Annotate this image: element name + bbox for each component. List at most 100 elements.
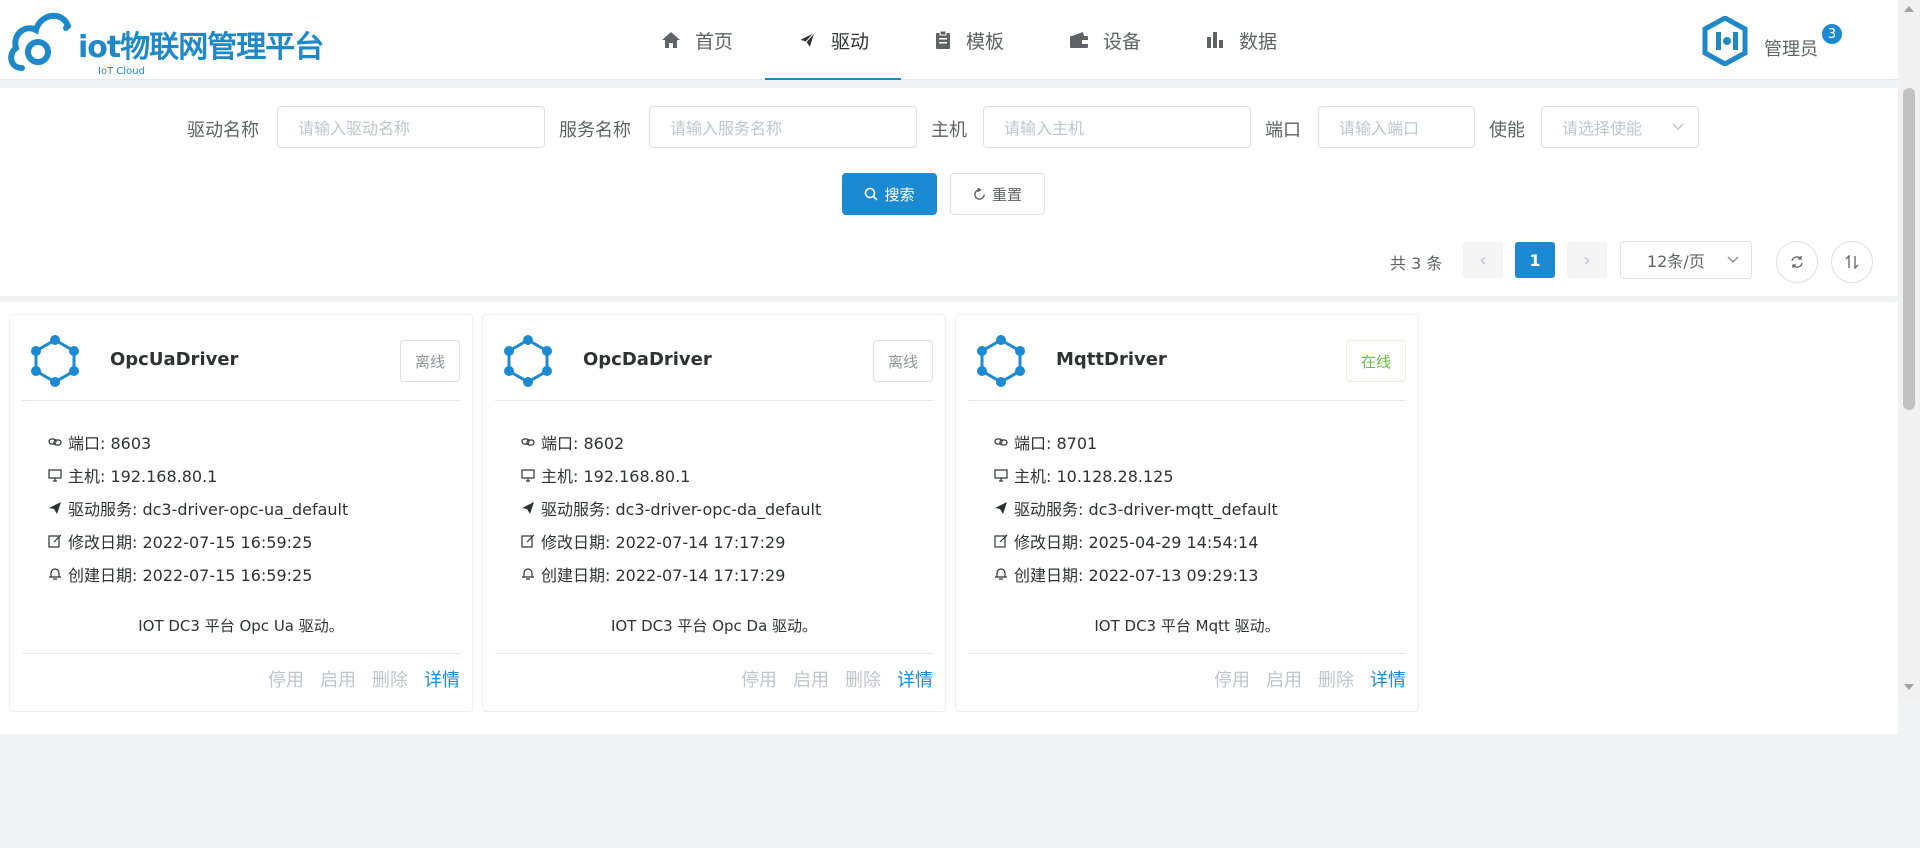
detail-button[interactable]: 详情 xyxy=(1370,666,1406,692)
info-service: 驱动服务: dc3-driver-opc-da_default xyxy=(521,491,821,524)
port-text: 端口: 8602 xyxy=(541,433,625,453)
scroll-up-arrow-icon[interactable] xyxy=(1904,6,1914,12)
enable-button[interactable]: 启用 xyxy=(1266,666,1302,692)
host-label: 主机 xyxy=(931,120,967,141)
page-1-button[interactable]: 1 xyxy=(1515,242,1555,278)
search-panel: 驱动名称 请输入驱动名称 服务名称 请输入服务名称 主机 请输入主机 端口 请输… xyxy=(0,88,1898,296)
nav-item-label: 设备 xyxy=(1102,30,1141,53)
driver-hexagon-icon xyxy=(504,335,552,387)
card-info: 端口: 8602 主机: 192.168.80.1 驱动服务: dc3-driv… xyxy=(521,425,821,590)
nav-item-label: 首页 xyxy=(694,30,733,53)
port-label: 端口 xyxy=(1265,120,1301,141)
send-icon xyxy=(797,31,816,50)
updated-text: 修改日期: 2025-04-29 14:54:14 xyxy=(1014,532,1259,552)
port-text: 端口: 8603 xyxy=(68,433,152,453)
edit-icon xyxy=(48,534,62,548)
chevron-down-icon xyxy=(1727,256,1739,264)
scrollbar-thumb[interactable] xyxy=(1903,88,1915,410)
info-created: 创建日期: 2022-07-13 09:29:13 xyxy=(994,557,1278,590)
page-size-select[interactable]: 12条/页 xyxy=(1620,241,1752,279)
driver-card[interactable]: MqttDriver 在线 端口: 8701 主机: 10.128.28.125… xyxy=(955,314,1419,712)
edit-icon xyxy=(521,534,535,548)
info-host: 主机: 192.168.80.1 xyxy=(521,458,821,491)
brand-title: iot物联网管理平台 xyxy=(78,30,324,65)
info-updated: 修改日期: 2022-07-15 16:59:25 xyxy=(48,524,348,557)
card-header: MqttDriver 在线 xyxy=(968,315,1406,401)
created-text: 创建日期: 2022-07-13 09:29:13 xyxy=(1014,565,1259,585)
detail-button[interactable]: 详情 xyxy=(424,666,460,692)
disable-button[interactable]: 停用 xyxy=(741,666,777,692)
refresh-icon xyxy=(974,187,985,200)
card-header: OpcDaDriver 离线 xyxy=(495,315,933,401)
card-info: 端口: 8603 主机: 192.168.80.1 驱动服务: dc3-driv… xyxy=(48,425,348,590)
sort-button[interactable] xyxy=(1831,241,1873,283)
driver-hexagon-icon xyxy=(977,335,1025,387)
send-icon xyxy=(522,501,534,514)
reset-button-label: 重置 xyxy=(991,185,1022,204)
brand-subtitle: IoT Cloud xyxy=(98,66,145,77)
link-icon xyxy=(48,437,62,446)
driver-card[interactable]: OpcUaDriver 离线 端口: 8603 主机: 192.168.80.1… xyxy=(9,314,473,712)
info-port: 端口: 8701 xyxy=(994,425,1278,458)
service-name-label: 服务名称 xyxy=(559,120,631,141)
user-menu[interactable]: 管理员 3 xyxy=(1700,16,1844,66)
host-text: 主机: 192.168.80.1 xyxy=(541,466,691,486)
search-button[interactable]: 搜索 xyxy=(842,173,937,215)
refresh-icon xyxy=(1791,256,1803,268)
created-text: 创建日期: 2022-07-14 17:17:29 xyxy=(541,565,786,585)
enable-button[interactable]: 启用 xyxy=(793,666,829,692)
card-description: IOT DC3 平台 Opc Da 驱动。 xyxy=(610,617,818,635)
delete-button[interactable]: 删除 xyxy=(1318,666,1354,692)
enable-label: 使能 xyxy=(1489,120,1525,141)
user-avatar-icon xyxy=(1702,16,1748,66)
monitor-icon xyxy=(521,468,535,482)
edit-icon xyxy=(994,534,1008,548)
search-button-label: 搜索 xyxy=(884,185,915,204)
host-input[interactable]: 请输入主机 xyxy=(983,106,1251,148)
card-title: MqttDriver xyxy=(1056,349,1167,370)
send-icon xyxy=(995,501,1007,514)
service-text: 驱动服务: dc3-driver-opc-ua_default xyxy=(68,499,349,519)
driver-card-list: OpcUaDriver 离线 端口: 8603 主机: 192.168.80.1… xyxy=(0,302,1898,734)
card-actions: 停用 启用 删除 详情 xyxy=(268,666,460,692)
search-icon xyxy=(865,187,879,201)
enable-select[interactable]: 请选择使能 xyxy=(1541,106,1699,148)
bar-chart-icon xyxy=(1206,32,1223,48)
driver-name-label: 驱动名称 xyxy=(187,120,259,141)
top-header: iot物联网管理平台 IoT Cloud 首页 驱动 模板 设备 数据 管理员 … xyxy=(0,0,1898,80)
delete-button[interactable]: 删除 xyxy=(845,666,881,692)
link-icon xyxy=(994,437,1008,446)
service-text: 驱动服务: dc3-driver-mqtt_default xyxy=(1014,499,1278,519)
scroll-down-arrow-icon[interactable] xyxy=(1904,684,1914,690)
send-icon xyxy=(49,501,61,514)
bell-icon xyxy=(49,567,61,580)
driver-card[interactable]: OpcDaDriver 离线 端口: 8602 主机: 192.168.80.1… xyxy=(482,314,946,712)
service-name-input[interactable]: 请输入服务名称 xyxy=(649,106,917,148)
port-input[interactable]: 请输入端口 xyxy=(1318,106,1475,148)
info-updated: 修改日期: 2022-07-14 17:17:29 xyxy=(521,524,821,557)
card-footer: 停用 启用 删除 详情 xyxy=(968,653,1406,703)
enable-button[interactable]: 启用 xyxy=(320,666,356,692)
next-page-button[interactable]: › xyxy=(1567,242,1607,278)
disable-button[interactable]: 停用 xyxy=(268,666,304,692)
brand-logo[interactable]: iot物联网管理平台 IoT Cloud xyxy=(8,2,324,78)
driver-hexagon-icon xyxy=(31,335,79,387)
reset-button[interactable]: 重置 xyxy=(950,173,1045,215)
card-title: OpcUaDriver xyxy=(110,349,239,370)
refresh-list-button[interactable] xyxy=(1776,241,1818,283)
info-updated: 修改日期: 2025-04-29 14:54:14 xyxy=(994,524,1278,557)
nav-item-template[interactable]: 模板 xyxy=(901,0,1037,80)
driver-name-input[interactable]: 请输入驱动名称 xyxy=(277,106,545,148)
nav-item-data[interactable]: 数据 xyxy=(1173,0,1309,80)
delete-button[interactable]: 删除 xyxy=(372,666,408,692)
page-scrollbar[interactable] xyxy=(1898,0,1920,700)
nav-item-home[interactable]: 首页 xyxy=(629,0,765,80)
detail-button[interactable]: 详情 xyxy=(897,666,933,692)
prev-page-button[interactable]: ‹ xyxy=(1463,242,1503,278)
monitor-icon xyxy=(48,468,62,482)
status-badge: 离线 xyxy=(873,340,933,382)
disable-button[interactable]: 停用 xyxy=(1214,666,1250,692)
nav-item-driver[interactable]: 驱动 xyxy=(765,0,901,80)
card-footer: 停用 启用 删除 详情 xyxy=(495,653,933,703)
nav-item-device[interactable]: 设备 xyxy=(1037,0,1173,80)
